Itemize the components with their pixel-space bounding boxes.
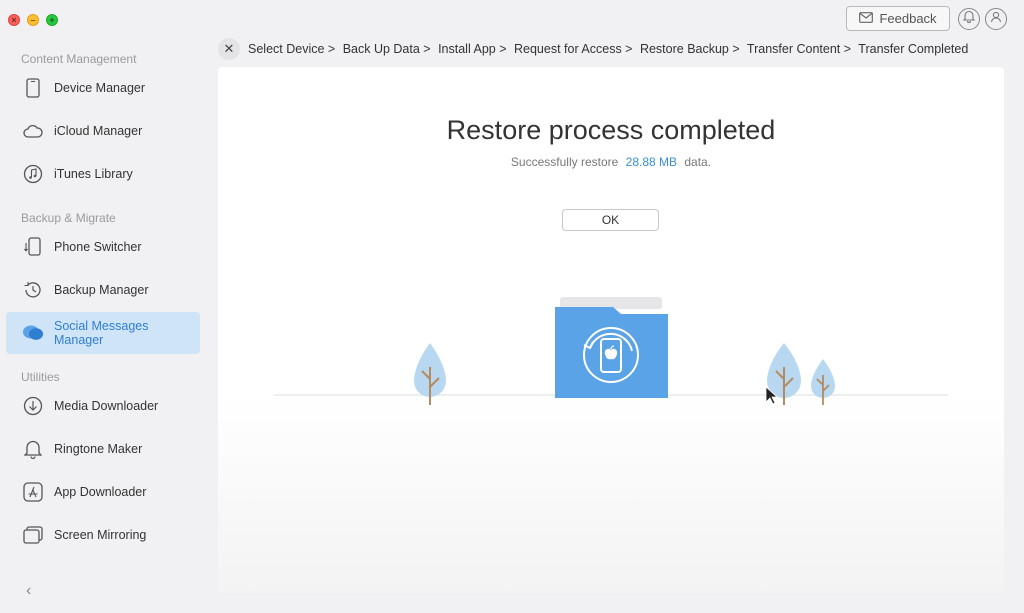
account-button[interactable]: [985, 8, 1007, 30]
sidebar-item-social-messages-manager[interactable]: Social Messages Manager: [6, 312, 200, 354]
section-title-utilities: Utilities: [21, 370, 60, 384]
user-icon: [990, 10, 1002, 28]
sidebar-item-label: Media Downloader: [54, 399, 159, 413]
phone-icon: [22, 77, 44, 99]
sidebar-item-label: App Downloader: [54, 485, 147, 499]
bell-icon: [962, 10, 976, 28]
section-title-content-management: Content Management: [21, 52, 137, 66]
breadcrumb-step: Restore Backup >: [639, 42, 740, 56]
collapse-sidebar-button[interactable]: ‹: [26, 582, 31, 600]
sidebar-item-app-downloader[interactable]: App Downloader: [6, 471, 200, 513]
switch-icon: [22, 236, 44, 258]
tree-icon: [414, 343, 446, 405]
folder-icon: [555, 297, 668, 398]
breadcrumb-step: Select Device >: [248, 42, 336, 56]
sidebar-item-label: Screen Mirroring: [54, 528, 147, 542]
sidebar-item-itunes-library[interactable]: iTunes Library: [6, 153, 200, 195]
sidebar-item-backup-manager[interactable]: Backup Manager: [6, 269, 200, 311]
close-icon: ✕: [223, 41, 235, 56]
sidebar: Content Management Device Manager iCloud…: [0, 40, 210, 613]
mail-icon: [859, 11, 874, 26]
restore-illustration: [274, 297, 948, 405]
breadcrumb-step: Transfer Completed: [858, 42, 969, 56]
mirror-icon: [22, 524, 44, 546]
app-store-icon: [22, 481, 44, 503]
window-minimize-button[interactable]: –: [27, 14, 39, 26]
window-close-button[interactable]: ×: [8, 14, 20, 26]
notification-button[interactable]: [958, 8, 980, 30]
breadcrumb-step: Back Up Data >: [342, 42, 431, 56]
tree-icon: [811, 359, 835, 405]
history-icon: [22, 279, 44, 301]
sidebar-item-ringtone-maker[interactable]: Ringtone Maker: [6, 428, 200, 470]
sidebar-item-label: iCloud Manager: [54, 124, 143, 138]
sidebar-item-label: iTunes Library: [54, 167, 133, 181]
bell-icon: [22, 438, 44, 460]
sidebar-item-screen-mirroring[interactable]: Screen Mirroring: [6, 514, 200, 556]
sidebar-item-label: Device Manager: [54, 81, 146, 95]
sidebar-item-label: Social Messages Manager: [54, 319, 149, 347]
section-title-backup-migrate: Backup & Migrate: [21, 211, 116, 225]
sidebar-item-media-downloader[interactable]: Media Downloader: [6, 385, 200, 427]
main-panel: Restore process completed Successfully r…: [218, 67, 1004, 593]
breadcrumb-step: Request for Access >: [514, 42, 633, 56]
window-maximize-button[interactable]: +: [46, 14, 58, 26]
breadcrumb-close-button[interactable]: ✕: [218, 38, 240, 60]
title-bar: × – + Feedback: [0, 0, 1024, 40]
feedback-label: Feedback: [879, 11, 937, 26]
chat-icon: [22, 322, 44, 344]
download-icon: [22, 395, 44, 417]
feedback-button[interactable]: Feedback: [846, 6, 950, 31]
sidebar-item-label: Phone Switcher: [54, 240, 142, 254]
breadcrumb: Select Device > Back Up Data > Install A…: [248, 42, 972, 56]
breadcrumb-step: Install App >: [438, 42, 507, 56]
sidebar-item-label: Ringtone Maker: [54, 442, 143, 456]
sidebar-item-label: Backup Manager: [54, 283, 149, 297]
cloud-icon: [22, 120, 44, 142]
sidebar-item-device-manager[interactable]: Device Manager: [6, 67, 200, 109]
music-icon: [22, 163, 44, 185]
sidebar-item-phone-switcher[interactable]: Phone Switcher: [6, 226, 200, 268]
sidebar-item-icloud-manager[interactable]: iCloud Manager: [6, 110, 200, 152]
breadcrumb-step: Transfer Content >: [746, 42, 852, 56]
